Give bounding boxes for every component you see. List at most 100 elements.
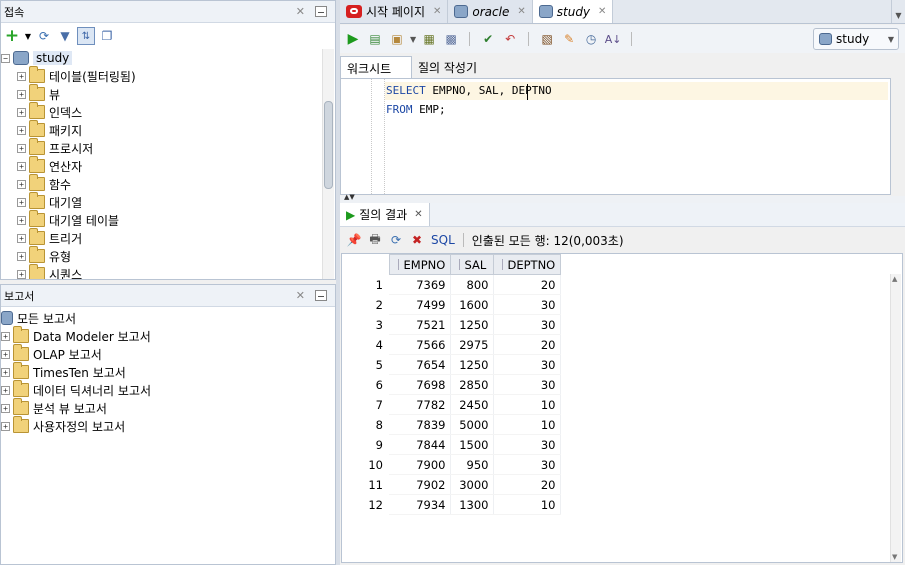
cell-empno[interactable]: 7844 — [389, 434, 451, 455]
table-row[interactable]: 2 7499 1600 30 — [342, 294, 561, 315]
tab-study[interactable]: study ✕ — [532, 0, 614, 23]
table-row[interactable]: 1 7369 800 20 — [342, 274, 561, 295]
cell-deptno[interactable]: 30 — [493, 354, 561, 375]
cell-deptno[interactable]: 20 — [493, 334, 561, 355]
commit-icon[interactable]: ✔ — [479, 30, 497, 48]
cell-deptno[interactable]: 20 — [493, 474, 561, 495]
cell-sal[interactable]: 2975 — [450, 334, 494, 355]
tree-item[interactable]: + 연산자 — [1, 156, 335, 175]
sql-editor[interactable]: SELECT EMPNO, SAL, DEPTNO FROM EMP; — [340, 78, 891, 195]
cell-sal[interactable]: 2850 — [450, 374, 494, 395]
expand-node-icon[interactable]: + — [17, 215, 26, 225]
expand-node-icon[interactable]: + — [1, 331, 10, 341]
close-icon[interactable]: ✕ — [296, 289, 305, 302]
cell-empno[interactable]: 7902 — [389, 474, 451, 495]
autotrace-icon[interactable]: ▣ — [388, 30, 406, 48]
scrollbar-thumb[interactable] — [324, 101, 333, 189]
tree-item[interactable]: + 대기열 테이블 — [1, 210, 335, 229]
tab-query-builder[interactable]: 질의 작성기 — [412, 56, 483, 79]
table-row[interactable]: 10 7900 950 30 — [342, 454, 561, 475]
chevron-down-icon[interactable]: ▼ — [410, 35, 416, 44]
table-row[interactable]: 4 7566 2975 20 — [342, 334, 561, 355]
expand-node-icon[interactable]: + — [1, 403, 10, 413]
close-tab-icon[interactable]: ✕ — [517, 6, 525, 17]
cancel-icon[interactable]: ✖ — [408, 231, 426, 249]
split-arrows-icon[interactable]: ▲▼ — [344, 193, 355, 201]
tree-item[interactable]: + 시퀀스 — [1, 264, 335, 279]
run-statement-icon[interactable]: ▶ — [344, 30, 362, 48]
rollback-icon[interactable]: ↶ — [501, 30, 519, 48]
cell-deptno[interactable]: 10 — [493, 414, 561, 435]
tree-item[interactable]: + 유형 — [1, 246, 335, 265]
expand-node-icon[interactable]: + — [17, 179, 26, 189]
expand-node-icon[interactable]: + — [1, 367, 10, 377]
cell-sal[interactable]: 1250 — [450, 314, 494, 335]
cell-empno[interactable]: 7521 — [389, 314, 451, 335]
explain-plan-icon[interactable]: ▦ — [420, 30, 438, 48]
column-header-empno[interactable]: EMPNO — [388, 254, 451, 275]
add-connection-icon[interactable]: + — [3, 26, 21, 46]
sql-link[interactable]: SQL — [431, 233, 455, 247]
expand-node-icon[interactable]: + — [1, 349, 10, 359]
expand-node-icon[interactable]: + — [17, 197, 26, 207]
cell-sal[interactable]: 3000 — [450, 474, 494, 495]
cell-deptno[interactable]: 30 — [493, 454, 561, 475]
expand-node-icon[interactable]: + — [17, 269, 26, 279]
tree-item[interactable]: + 대기열 — [1, 192, 335, 211]
minimize-icon[interactable] — [315, 6, 327, 17]
cell-empno[interactable]: 7782 — [389, 394, 451, 415]
connection-select[interactable]: study ▼ — [813, 28, 899, 50]
expand-node-icon[interactable]: + — [17, 125, 26, 135]
tab-list-icon[interactable]: ▼ — [891, 0, 905, 23]
cell-sal[interactable]: 1300 — [450, 494, 494, 515]
reports-root[interactable]: 모든 보고서 — [1, 309, 335, 327]
format-icon[interactable]: A↓ — [604, 30, 622, 48]
column-header-sal[interactable]: SAL — [449, 254, 494, 275]
table-row[interactable]: 3 7521 1250 30 — [342, 314, 561, 335]
table-row[interactable]: 11 7902 3000 20 — [342, 474, 561, 495]
connections-scrollbar[interactable] — [322, 49, 334, 279]
close-tab-icon[interactable]: ✕ — [414, 209, 422, 220]
cell-empno[interactable]: 7698 — [389, 374, 451, 395]
scroll-down-icon[interactable]: ▼ — [892, 553, 897, 561]
cell-deptno[interactable]: 30 — [493, 314, 561, 335]
filter-icon[interactable]: ▼ — [56, 27, 74, 45]
column-header-deptno[interactable]: DEPTNO — [492, 254, 561, 275]
expand-node-icon[interactable]: + — [17, 233, 26, 243]
report-item[interactable]: + OLAP 보고서 — [1, 344, 335, 363]
expand-node-icon[interactable]: + — [17, 251, 26, 261]
tree-item[interactable]: + 프로시저 — [1, 138, 335, 157]
cell-sal[interactable]: 5000 — [450, 414, 494, 435]
sql-tuning-icon[interactable]: ▩ — [442, 30, 460, 48]
tab-worksheet[interactable]: 워크시트 — [340, 56, 412, 79]
table-row[interactable]: 6 7698 2850 30 — [342, 374, 561, 395]
cell-empno[interactable]: 7934 — [389, 494, 451, 515]
expand-node-icon[interactable]: + — [17, 161, 26, 171]
cell-empno[interactable]: 7566 — [389, 334, 451, 355]
cell-deptno[interactable]: 30 — [493, 374, 561, 395]
table-row[interactable]: 7 7782 2450 10 — [342, 394, 561, 415]
expand-node-icon[interactable]: + — [17, 71, 26, 81]
results-scrollbar[interactable]: ▲ ▼ — [890, 274, 901, 562]
eraser-icon[interactable]: ✎ — [560, 30, 578, 48]
cell-sal[interactable]: 950 — [450, 454, 494, 475]
cell-empno[interactable]: 7654 — [389, 354, 451, 375]
tab-oracle[interactable]: oracle ✕ — [448, 0, 533, 23]
chevron-down-icon[interactable]: ▼ — [24, 27, 32, 45]
cell-empno[interactable]: 7499 — [389, 294, 451, 315]
expand-node-icon[interactable]: + — [17, 143, 26, 153]
refresh-icon[interactable]: ⟳ — [387, 231, 405, 249]
cell-deptno[interactable]: 30 — [493, 434, 561, 455]
tree-item[interactable]: + 함수 — [1, 174, 335, 193]
tree-item[interactable]: + 테이블(필터링됨) — [1, 66, 335, 85]
expand-node-icon[interactable]: + — [17, 89, 26, 99]
refresh-icon[interactable]: ⟳ — [35, 27, 53, 45]
tree-item[interactable]: + 뷰 — [1, 84, 335, 103]
print-icon[interactable]: 🖶 — [366, 231, 384, 249]
table-row[interactable]: 8 7839 5000 10 — [342, 414, 561, 435]
close-icon[interactable]: ✕ — [296, 5, 305, 18]
sql-history-icon[interactable]: ◷ — [582, 30, 600, 48]
cell-sal[interactable]: 2450 — [450, 394, 494, 415]
cell-deptno[interactable]: 30 — [493, 294, 561, 315]
expand-node-icon[interactable]: + — [17, 107, 26, 117]
